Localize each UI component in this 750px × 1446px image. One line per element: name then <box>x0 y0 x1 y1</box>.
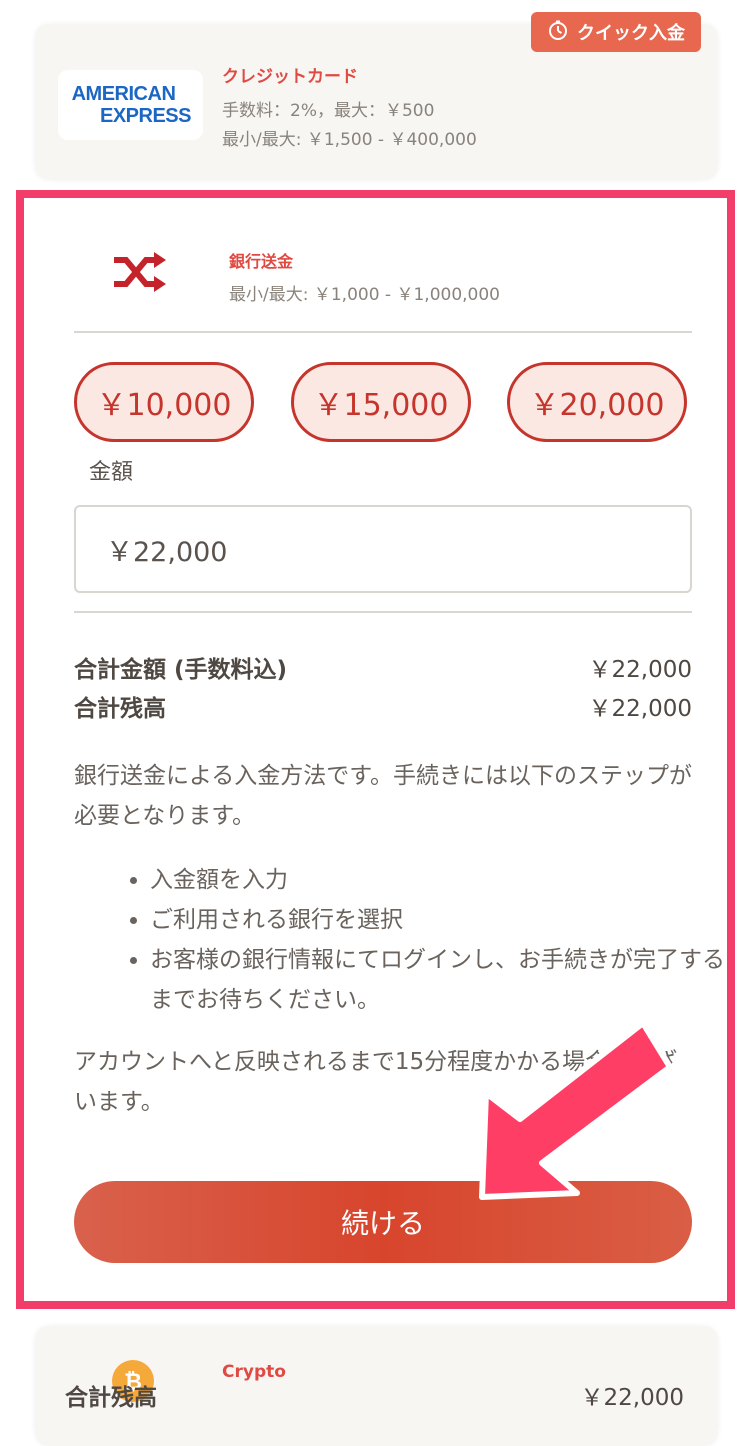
bank-transfer-title: 銀行送金 <box>229 252 294 271</box>
preset-amount-10000[interactable]: ￥10,000 <box>74 362 254 442</box>
crypto-title: Crypto <box>222 1362 286 1382</box>
amex-logo: AMERICAN EXPRESS <box>58 70 203 140</box>
step-item: ご利用される銀行を選択 <box>150 900 740 940</box>
stopwatch-icon <box>547 19 569 46</box>
total-balance-value: ￥22,000 <box>588 696 692 722</box>
divider <box>74 331 692 333</box>
annotation-arrow-icon <box>460 1015 680 1215</box>
bank-transfer-range: 最小/最大: ￥1,000 - ￥1,000,000 <box>229 285 500 305</box>
credit-card-fee: 手数料：2%，最大：￥500 <box>222 101 435 121</box>
step-item: お客様の銀行情報にてログインし、お手続きが完了するまでお待ちください。 <box>150 940 740 1020</box>
ghost-balance-value: ￥22,000 <box>580 1385 684 1411</box>
divider <box>74 611 692 613</box>
amount-input[interactable] <box>74 505 692 593</box>
bank-transfer-description: 銀行送金による入金方法です。手続きには以下のステップが必要となります。 <box>74 763 693 829</box>
total-with-fee-value: ￥22,000 <box>588 657 692 683</box>
quick-deposit-label: クイック入金 <box>577 23 685 44</box>
amex-logo-line1: AMERICAN <box>71 83 176 105</box>
preset-amount-20000[interactable]: ￥20,000 <box>507 362 687 442</box>
amex-logo-line2: EXPRESS <box>100 105 191 127</box>
crypto-method-card[interactable]: ₿ Crypto 合計残高 ￥22,000 <box>35 1326 718 1446</box>
quick-deposit-badge: クイック入金 <box>531 12 701 52</box>
shuffle-icon <box>110 250 166 300</box>
credit-card-title: クレジットカード <box>222 67 358 87</box>
total-with-fee-row: 合計金額 (手数料込) ￥22,000 <box>74 650 692 684</box>
credit-card-range: 最小/最大: ￥1,500 - ￥400,000 <box>222 130 477 150</box>
total-balance-label: 合計残高 <box>74 696 166 722</box>
ghost-balance-label: 合計残高 <box>65 1385 157 1411</box>
preset-amount-15000[interactable]: ￥15,000 <box>291 362 471 442</box>
total-balance-row: 合計残高 ￥22,000 <box>74 689 692 723</box>
step-item: 入金額を入力 <box>150 860 740 900</box>
steps-list: 入金額を入力 ご利用される銀行を選択 お客様の銀行情報にてログインし、お手続きが… <box>114 860 740 1020</box>
amount-label: 金額 <box>89 460 134 485</box>
total-with-fee-label: 合計金額 (手数料込) <box>74 657 288 683</box>
